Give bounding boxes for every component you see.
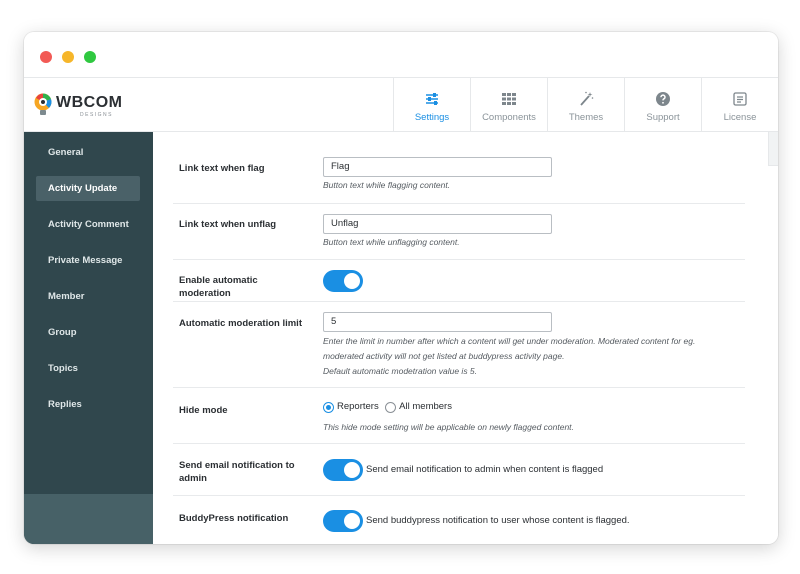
label-line: Send email notification to — [179, 460, 295, 471]
sidebar-item-general[interactable]: General — [36, 140, 140, 165]
settings-panel: Link text when flag Flag Button text whi… — [153, 132, 778, 544]
sidebar-item-member[interactable]: Member — [36, 284, 140, 309]
setting-label: Hide mode — [179, 405, 228, 416]
tab-label: Themes — [568, 112, 604, 123]
question-circle-icon — [656, 92, 670, 106]
setting-description: Button text while flagging content. — [323, 180, 451, 190]
tab-label: Settings — [414, 112, 450, 123]
sidebar-item-topics[interactable]: Topics — [36, 356, 140, 381]
title-bar — [24, 32, 778, 78]
auto-moderation-toggle[interactable] — [323, 270, 363, 292]
setting-label: Send email notification to admin — [179, 459, 309, 485]
plugin-header: WBCOM DESIGNS Settings Components Themes… — [24, 78, 778, 132]
sidebar-item-activity-update[interactable]: Activity Update — [36, 176, 140, 201]
tab-components[interactable]: Components — [470, 78, 547, 132]
unflag-text-input[interactable]: Unflag — [323, 214, 552, 234]
setting-label: Enable automatic moderation — [179, 275, 258, 299]
setting-description: This hide mode setting will be applicabl… — [323, 422, 574, 432]
setting-label: Link text when flag — [179, 163, 265, 174]
setting-description: Enter the limit in number after which a … — [323, 334, 733, 379]
toggle-knob — [344, 462, 360, 478]
setting-row-email-notification: Send email notification to admin Send em… — [173, 444, 745, 496]
tab-label: Support — [646, 112, 680, 123]
sidebar-footer — [24, 494, 153, 544]
setting-row-buddypress-notification: BuddyPress notification Send buddypress … — [173, 496, 745, 544]
tab-license[interactable]: License — [701, 78, 778, 132]
setting-row-moderation-limit: Automatic moderation limit 5 Enter the l… — [173, 302, 745, 388]
app-window: WBCOM DESIGNS Settings Components Themes… — [24, 32, 778, 544]
toggle-description: Send email notification to admin when co… — [366, 464, 604, 475]
hide-mode-radio-group: Reporters All members — [323, 400, 574, 414]
setting-label: Automatic moderation limit — [179, 318, 302, 329]
flag-text-input[interactable]: Flag — [323, 157, 552, 177]
setting-row-unflag-text: Link text when unflag Unflag Button text… — [173, 204, 745, 260]
toggle-description: Send buddypress notification to user who… — [366, 515, 630, 526]
toggle-knob — [344, 513, 360, 529]
moderation-limit-input[interactable]: 5 — [323, 312, 552, 332]
sidebar-item-private-message[interactable]: Private Message — [36, 248, 140, 273]
license-icon — [733, 92, 747, 106]
scrollbar[interactable] — [768, 132, 778, 166]
tab-support[interactable]: Support — [624, 78, 701, 132]
radio-reporters[interactable] — [323, 401, 334, 413]
close-window-button[interactable] — [40, 51, 52, 63]
grid-icon — [502, 93, 516, 105]
sliders-icon — [426, 93, 438, 105]
email-notification-toggle[interactable]: Send email notification to admin when co… — [323, 459, 603, 481]
setting-row-hide-mode: Hide mode Reporters All members This hid… — [173, 388, 745, 444]
label-line: admin — [179, 473, 207, 484]
radio-label: Reporters — [337, 401, 379, 412]
radio-all-members[interactable] — [385, 401, 397, 413]
description-line: moderated activity will not get listed a… — [323, 351, 565, 361]
buddypress-notification-toggle[interactable]: Send buddypress notification to user who… — [323, 510, 630, 532]
tab-label: Components — [482, 112, 536, 123]
toggle-knob — [344, 273, 360, 289]
brand-name: WBCOM — [56, 94, 123, 111]
setting-row-flag-text: Link text when flag Flag Button text whi… — [173, 132, 745, 204]
settings-sidebar: General Activity Update Activity Comment… — [24, 132, 153, 544]
top-tabs: Settings Components Themes Support Licen… — [393, 78, 778, 132]
radio-label: All members — [399, 401, 452, 412]
tab-label: License — [723, 112, 757, 123]
brand-logo: WBCOM DESIGNS — [32, 90, 142, 120]
brand-sub: DESIGNS — [80, 112, 114, 118]
description-line: Default automatic modetration value is 5… — [323, 366, 478, 376]
setting-label: BuddyPress notification — [179, 513, 289, 524]
magic-wand-icon — [580, 91, 594, 106]
description-line: Enter the limit in number after which a … — [323, 336, 696, 346]
sidebar-item-activity-comment[interactable]: Activity Comment — [36, 212, 140, 237]
tab-settings[interactable]: Settings — [393, 78, 470, 132]
sidebar-item-group[interactable]: Group — [36, 320, 140, 345]
setting-label: Link text when unflag — [179, 219, 277, 230]
setting-description: Button text while unflagging content. — [323, 237, 460, 247]
maximize-window-button[interactable] — [84, 51, 96, 63]
minimize-window-button[interactable] — [62, 51, 74, 63]
wbcom-logo-icon — [34, 93, 52, 115]
setting-row-auto-moderation: Enable automatic moderation — [173, 260, 745, 302]
sidebar-item-replies[interactable]: Replies — [36, 392, 140, 417]
tab-themes[interactable]: Themes — [547, 78, 624, 132]
